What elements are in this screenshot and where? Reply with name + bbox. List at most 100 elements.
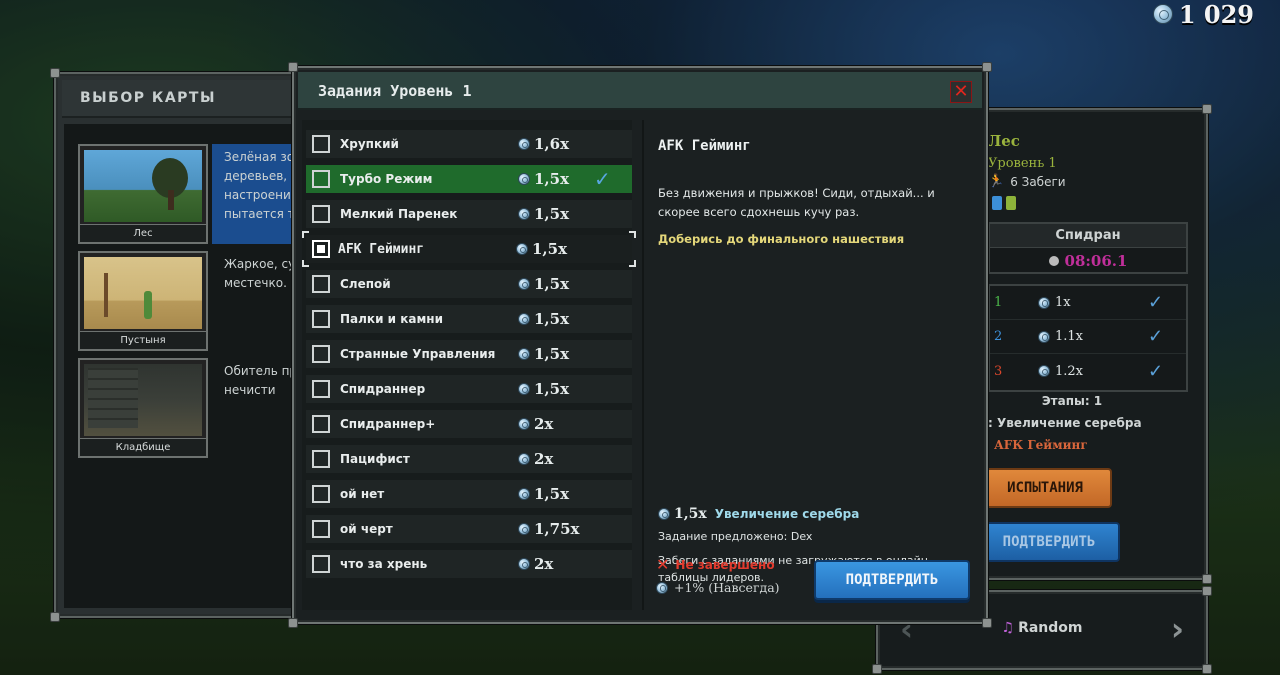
task-name: что за хрень — [340, 557, 428, 571]
silver-coin-icon — [656, 581, 668, 594]
silver-coin-icon — [1038, 365, 1050, 377]
task-name: ой нет — [340, 487, 385, 501]
task-status-text: Не завершено — [675, 557, 775, 572]
confirm-map-button[interactable]: ПОДТВЕРДИТЬ — [978, 522, 1120, 562]
silver-coin-icon — [1038, 330, 1050, 343]
task-multiplier: 1,5x — [534, 205, 570, 223]
task-detail-goal: Доберись до финального нашествия — [658, 232, 905, 246]
task-row[interactable]: Мелкий Паренек 1,5x — [306, 200, 632, 228]
task-name: Турбо Режим — [340, 172, 433, 186]
task-row[interactable]: Спидраннер+ 2x — [306, 410, 632, 438]
confirm-task-button[interactable]: ПОДТВЕРДИТЬ — [814, 560, 970, 600]
silver-coin-icon — [518, 523, 530, 535]
permanent-bonus-text: +1% (Навсегда) — [674, 580, 780, 595]
task-checkbox[interactable] — [312, 135, 330, 153]
trials-button[interactable]: ИСПЫТАНИЯ — [978, 468, 1112, 508]
task-row[interactable]: Хрупкий 1,6x — [306, 130, 632, 158]
stage-row: 2 1.1x ✓ — [990, 320, 1186, 354]
map-item-forest[interactable]: Лес Зелёная зо деревьев, настроени пытае… — [78, 144, 310, 244]
silver-coin-icon — [518, 383, 530, 395]
task-checkbox[interactable] — [312, 170, 330, 188]
silver-coin-icon — [516, 243, 528, 255]
task-row[interactable]: Турбо Режим 1,5x ✓ — [306, 165, 632, 193]
dialog-title: Задания Уровень 1 — [318, 82, 472, 100]
task-multiplier: 2x — [534, 415, 554, 433]
task-checkbox[interactable] — [312, 555, 330, 573]
task-checkbox[interactable] — [312, 275, 330, 293]
task-status: ✕ Не завершено — [656, 555, 775, 574]
check-icon: ✓ — [1148, 326, 1164, 347]
task-checkbox[interactable] — [312, 205, 330, 223]
silver-coin-icon — [518, 138, 530, 150]
task-detail-panel: АFК Гейминг Без движения и прыжков! Сиди… — [642, 120, 980, 610]
task-multiplier: 1,6x — [534, 135, 570, 153]
check-icon: ✓ — [1148, 292, 1164, 313]
map-name: Лес — [80, 224, 206, 242]
task-multiplier: 1,5x — [532, 240, 568, 258]
task-name: Слепой — [340, 277, 391, 291]
stage-number: 1 — [994, 295, 1003, 310]
task-detail-title: АFК Гейминг — [658, 138, 751, 154]
task-checkbox[interactable] — [312, 520, 330, 538]
character-icon — [1006, 196, 1016, 210]
stages-box: 1 1x ✓ 2 1.1x ✓ 3 1.2x ✓ — [988, 284, 1188, 392]
map-name: Пустыня — [80, 331, 206, 349]
map-item-desert[interactable]: Пустыня Жаркое, су местечко. — [78, 251, 310, 351]
bonus-multiplier: 1,5x — [674, 506, 707, 522]
silver-coin-icon — [1152, 4, 1173, 24]
check-icon: ✓ — [1148, 360, 1164, 382]
task-row[interactable]: Слепой 1,5x — [306, 270, 632, 298]
task-checkbox[interactable] — [312, 345, 330, 363]
silver-coin-icon — [1038, 296, 1050, 309]
task-row[interactable]: АFК Гейминг 1,5x — [302, 231, 636, 267]
task-name: Странные Управления — [340, 347, 496, 361]
cross-icon: ✕ — [656, 555, 670, 574]
task-row[interactable]: Палки и камни 1,5x — [306, 305, 632, 333]
chevron-right-icon[interactable]: › — [1171, 610, 1184, 648]
task-checkbox[interactable] — [312, 240, 330, 258]
silver-coin-icon — [518, 173, 530, 185]
task-row[interactable]: Странные Управления 1,5x — [306, 340, 632, 368]
task-row[interactable]: что за хрень 2x — [306, 550, 632, 578]
music-track-title: Random — [1018, 620, 1083, 636]
bonus-label: Увеличение серебра — [714, 507, 860, 521]
currency-display: 1 029 — [1152, 0, 1254, 29]
task-row[interactable]: ой черт 1,75x — [306, 515, 632, 543]
stage-multiplier: 1.1x — [1055, 329, 1084, 344]
task-checkbox[interactable] — [312, 415, 330, 433]
task-multiplier: 1,75x — [534, 520, 580, 538]
task-multiplier: 1,5x — [534, 485, 570, 503]
speedrun-box: Спидран 08:06.1 — [988, 222, 1188, 274]
map-list: Лес Зелёная зо деревьев, настроени пытае… — [64, 124, 310, 608]
task-name: Мелкий Паренек — [340, 207, 458, 221]
task-checkbox[interactable] — [312, 450, 330, 468]
task-multiplier: 1,5x — [534, 310, 570, 328]
task-detail-bonus: 1,5x Увеличение серебра — [658, 506, 859, 522]
silver-coin-icon — [518, 418, 530, 430]
task-row[interactable]: ой нет 1,5x — [306, 480, 632, 508]
task-checkbox[interactable] — [312, 485, 330, 503]
character-icon — [992, 196, 1002, 210]
tasks-dialog: Задания Уровень 1 ✕ Хрупкий 1,6x Турбо Р… — [288, 62, 992, 628]
task-multiplier: 1,5x — [534, 170, 570, 188]
map-info-runs: 🏃 6 Забеги — [988, 174, 1066, 189]
task-checkbox[interactable] — [312, 310, 330, 328]
runs-count: 6 Забеги — [1010, 174, 1066, 189]
close-icon[interactable]: ✕ — [950, 81, 972, 103]
task-row[interactable]: Спидраннер 1,5x — [306, 375, 632, 403]
task-name: ой черт — [340, 522, 393, 536]
task-checkbox[interactable] — [312, 380, 330, 398]
stage-multiplier: 1x — [1055, 295, 1071, 310]
task-name: Спидраннер — [340, 382, 426, 396]
map-name: Кладбище — [80, 438, 206, 456]
task-name: АFК Гейминг — [338, 241, 425, 257]
music-note-icon: ♫ — [1001, 620, 1015, 636]
map-item-graveyard[interactable]: Кладбище Обитель пр нечисти — [78, 358, 310, 458]
bonus-label: : Увеличение серебра — [988, 416, 1142, 430]
map-thumbnail: Пустыня — [78, 251, 208, 351]
stage-number: 2 — [994, 329, 1003, 344]
task-row[interactable]: Пацифист 2x — [306, 445, 632, 473]
task-name: Спидраннер+ — [340, 417, 436, 431]
permanent-bonus: +1% (Навсегда) — [656, 580, 780, 595]
silver-coin-icon — [518, 348, 530, 360]
